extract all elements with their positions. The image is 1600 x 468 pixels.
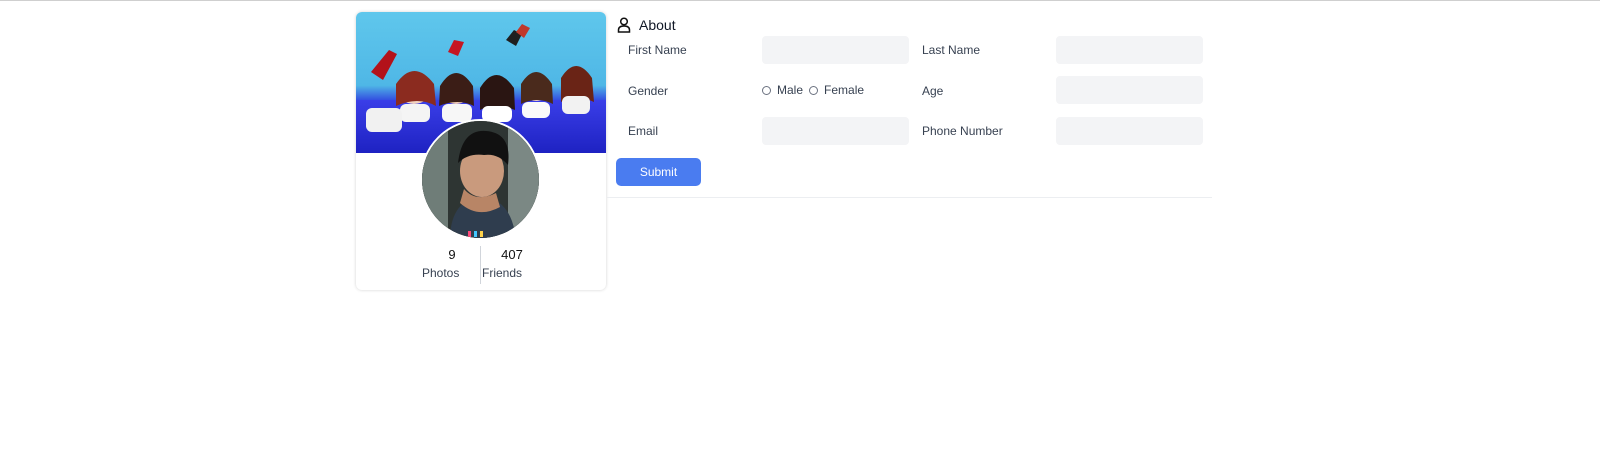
user-icon bbox=[617, 17, 631, 33]
gender-option-male[interactable]: Male bbox=[762, 83, 803, 97]
last-name-input[interactable] bbox=[1056, 36, 1203, 64]
stat-photos[interactable]: 9 Photos bbox=[422, 246, 482, 280]
submit-button[interactable]: Submit bbox=[616, 158, 701, 186]
about-section: About First Name Last Name Gender Male F… bbox=[607, 10, 1212, 198]
photos-count: 9 bbox=[448, 247, 456, 262]
gender-label: Gender bbox=[628, 84, 669, 98]
phone-number-input[interactable] bbox=[1056, 117, 1203, 145]
age-input[interactable] bbox=[1056, 76, 1203, 104]
female-radio[interactable] bbox=[809, 85, 819, 95]
last-name-label: Last Name bbox=[922, 43, 981, 57]
male-label: Male bbox=[777, 83, 804, 97]
photos-label: Photos bbox=[422, 266, 460, 280]
about-title: About bbox=[639, 17, 676, 33]
profile-stats: 9 Photos 407 Friends bbox=[422, 246, 542, 284]
stats-divider bbox=[480, 246, 481, 284]
avatar[interactable] bbox=[420, 119, 541, 240]
first-name-input[interactable] bbox=[762, 36, 909, 64]
friends-count: 407 bbox=[501, 247, 523, 262]
profile-card: 9 Photos 407 Friends bbox=[356, 12, 606, 290]
female-label: Female bbox=[824, 83, 865, 97]
about-header: About bbox=[617, 16, 676, 34]
male-radio[interactable] bbox=[762, 85, 771, 95]
phone-number-label: Phone Number bbox=[922, 124, 1003, 138]
friends-label: Friends bbox=[482, 266, 523, 280]
gender-radio-group: Male Female bbox=[762, 83, 870, 97]
first-name-label: First Name bbox=[628, 43, 687, 57]
email-label: Email bbox=[628, 124, 659, 138]
window-top-border bbox=[0, 0, 1600, 1]
gender-option-female[interactable]: Female bbox=[809, 83, 864, 97]
email-input[interactable] bbox=[762, 117, 909, 145]
age-label: Age bbox=[922, 84, 944, 98]
stat-friends[interactable]: 407 Friends bbox=[482, 246, 542, 280]
